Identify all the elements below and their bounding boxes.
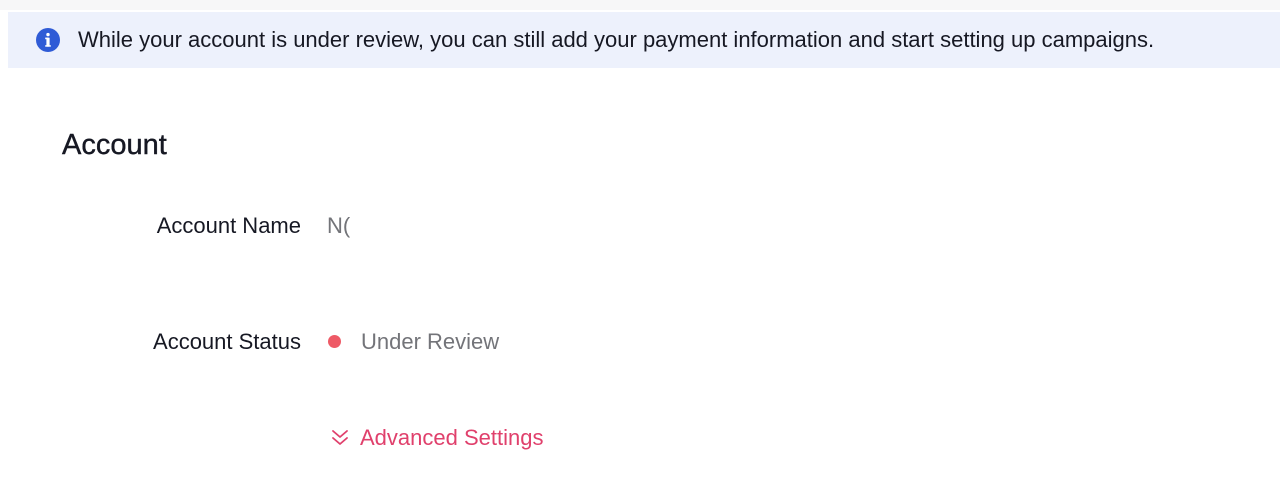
account-card <box>8 76 1280 478</box>
advanced-settings-toggle[interactable]: Advanced Settings <box>330 423 543 453</box>
review-info-banner: While your account is under review, you … <box>8 12 1280 68</box>
account-name-value: N( <box>327 213 351 238</box>
account-status-label: Account Status <box>153 329 301 354</box>
status-dot-icon <box>328 335 341 348</box>
banner-message: While your account is under review, you … <box>78 27 1155 52</box>
top-divider <box>0 0 1280 10</box>
info-icon <box>36 28 60 52</box>
account-page: While your account is under review, you … <box>0 0 1280 478</box>
double-chevron-down-icon <box>330 428 350 448</box>
advanced-settings-label: Advanced Settings <box>360 425 544 450</box>
page-title: Account <box>62 129 167 161</box>
account-status-value: Under Review <box>361 329 500 354</box>
account-name-label: Account Name <box>156 213 301 238</box>
